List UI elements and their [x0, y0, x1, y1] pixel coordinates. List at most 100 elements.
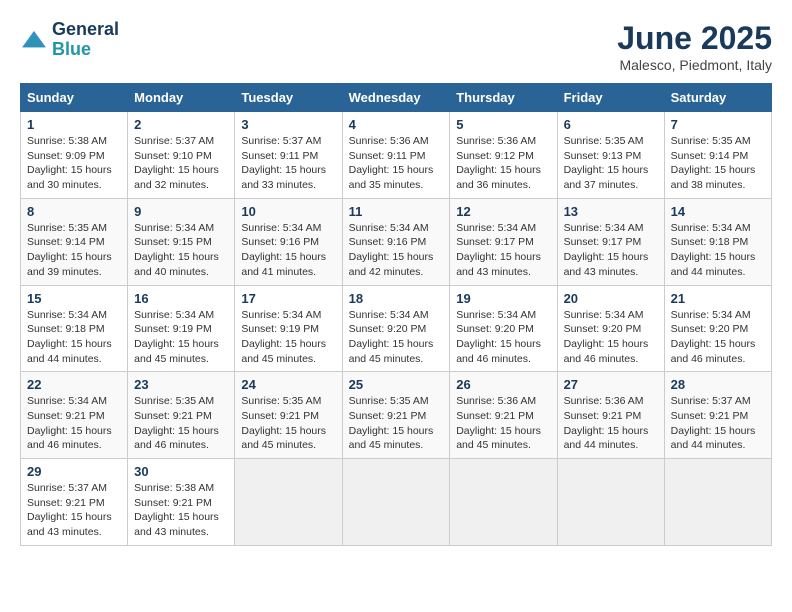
day-info: Sunrise: 5:34 AMSunset: 9:17 PMDaylight:… [456, 222, 541, 278]
day-info: Sunrise: 5:34 AMSunset: 9:16 PMDaylight:… [241, 222, 326, 278]
day-info: Sunrise: 5:34 AMSunset: 9:20 PMDaylight:… [349, 309, 434, 365]
day-info: Sunrise: 5:34 AMSunset: 9:19 PMDaylight:… [241, 309, 326, 365]
day-info: Sunrise: 5:35 AMSunset: 9:14 PMDaylight:… [671, 135, 756, 191]
day-number: 24 [241, 377, 335, 392]
table-row: 20 Sunrise: 5:34 AMSunset: 9:20 PMDaylig… [557, 285, 664, 372]
day-number: 14 [671, 204, 765, 219]
day-info: Sunrise: 5:36 AMSunset: 9:11 PMDaylight:… [349, 135, 434, 191]
table-row: 15 Sunrise: 5:34 AMSunset: 9:18 PMDaylig… [21, 285, 128, 372]
day-number: 20 [564, 291, 658, 306]
page-header: GeneralBlue June 2025 Malesco, Piedmont,… [20, 20, 772, 73]
table-row: 9 Sunrise: 5:34 AMSunset: 9:15 PMDayligh… [128, 198, 235, 285]
table-row: 2 Sunrise: 5:37 AMSunset: 9:10 PMDayligh… [128, 112, 235, 199]
day-number: 7 [671, 117, 765, 132]
table-row: 12 Sunrise: 5:34 AMSunset: 9:17 PMDaylig… [450, 198, 557, 285]
day-number: 27 [564, 377, 658, 392]
title-block: June 2025 Malesco, Piedmont, Italy [617, 20, 772, 73]
day-number: 30 [134, 464, 228, 479]
table-row: 18 Sunrise: 5:34 AMSunset: 9:20 PMDaylig… [342, 285, 450, 372]
day-info: Sunrise: 5:38 AMSunset: 9:09 PMDaylight:… [27, 135, 112, 191]
table-row: 28 Sunrise: 5:37 AMSunset: 9:21 PMDaylig… [664, 372, 771, 459]
day-number: 29 [27, 464, 121, 479]
table-row: 30 Sunrise: 5:38 AMSunset: 9:21 PMDaylig… [128, 459, 235, 546]
header-saturday: Saturday [664, 84, 771, 112]
day-number: 19 [456, 291, 550, 306]
day-info: Sunrise: 5:34 AMSunset: 9:19 PMDaylight:… [134, 309, 219, 365]
day-info: Sunrise: 5:35 AMSunset: 9:13 PMDaylight:… [564, 135, 649, 191]
table-row: 5 Sunrise: 5:36 AMSunset: 9:12 PMDayligh… [450, 112, 557, 199]
day-info: Sunrise: 5:38 AMSunset: 9:21 PMDaylight:… [134, 482, 219, 538]
day-info: Sunrise: 5:35 AMSunset: 9:21 PMDaylight:… [349, 395, 434, 451]
day-info: Sunrise: 5:36 AMSunset: 9:12 PMDaylight:… [456, 135, 541, 191]
table-row: 16 Sunrise: 5:34 AMSunset: 9:19 PMDaylig… [128, 285, 235, 372]
day-info: Sunrise: 5:35 AMSunset: 9:21 PMDaylight:… [241, 395, 326, 451]
header-sunday: Sunday [21, 84, 128, 112]
table-row: 13 Sunrise: 5:34 AMSunset: 9:17 PMDaylig… [557, 198, 664, 285]
day-number: 17 [241, 291, 335, 306]
day-number: 1 [27, 117, 121, 132]
day-info: Sunrise: 5:34 AMSunset: 9:15 PMDaylight:… [134, 222, 219, 278]
day-number: 12 [456, 204, 550, 219]
day-number: 26 [456, 377, 550, 392]
day-info: Sunrise: 5:35 AMSunset: 9:14 PMDaylight:… [27, 222, 112, 278]
day-number: 8 [27, 204, 121, 219]
day-number: 9 [134, 204, 228, 219]
day-info: Sunrise: 5:34 AMSunset: 9:21 PMDaylight:… [27, 395, 112, 451]
day-number: 5 [456, 117, 550, 132]
table-row: 17 Sunrise: 5:34 AMSunset: 9:19 PMDaylig… [235, 285, 342, 372]
header-thursday: Thursday [450, 84, 557, 112]
day-info: Sunrise: 5:36 AMSunset: 9:21 PMDaylight:… [456, 395, 541, 451]
logo: GeneralBlue [20, 20, 119, 60]
table-row: 22 Sunrise: 5:34 AMSunset: 9:21 PMDaylig… [21, 372, 128, 459]
table-row: 4 Sunrise: 5:36 AMSunset: 9:11 PMDayligh… [342, 112, 450, 199]
day-number: 18 [349, 291, 444, 306]
day-number: 23 [134, 377, 228, 392]
table-row: 21 Sunrise: 5:34 AMSunset: 9:20 PMDaylig… [664, 285, 771, 372]
table-row: 10 Sunrise: 5:34 AMSunset: 9:16 PMDaylig… [235, 198, 342, 285]
day-number: 6 [564, 117, 658, 132]
day-number: 4 [349, 117, 444, 132]
table-row: 26 Sunrise: 5:36 AMSunset: 9:21 PMDaylig… [450, 372, 557, 459]
table-row: 1 Sunrise: 5:38 AMSunset: 9:09 PMDayligh… [21, 112, 128, 199]
header-wednesday: Wednesday [342, 84, 450, 112]
day-number: 15 [27, 291, 121, 306]
day-number: 3 [241, 117, 335, 132]
table-row [557, 459, 664, 546]
header-monday: Monday [128, 84, 235, 112]
day-info: Sunrise: 5:37 AMSunset: 9:11 PMDaylight:… [241, 135, 326, 191]
day-number: 22 [27, 377, 121, 392]
header-friday: Friday [557, 84, 664, 112]
table-row: 29 Sunrise: 5:37 AMSunset: 9:21 PMDaylig… [21, 459, 128, 546]
day-info: Sunrise: 5:34 AMSunset: 9:17 PMDaylight:… [564, 222, 649, 278]
day-number: 16 [134, 291, 228, 306]
day-number: 10 [241, 204, 335, 219]
logo-text: GeneralBlue [52, 20, 119, 60]
day-info: Sunrise: 5:37 AMSunset: 9:21 PMDaylight:… [27, 482, 112, 538]
day-info: Sunrise: 5:37 AMSunset: 9:10 PMDaylight:… [134, 135, 219, 191]
day-number: 25 [349, 377, 444, 392]
table-row: 11 Sunrise: 5:34 AMSunset: 9:16 PMDaylig… [342, 198, 450, 285]
table-row [235, 459, 342, 546]
table-row: 3 Sunrise: 5:37 AMSunset: 9:11 PMDayligh… [235, 112, 342, 199]
day-number: 13 [564, 204, 658, 219]
table-row: 7 Sunrise: 5:35 AMSunset: 9:14 PMDayligh… [664, 112, 771, 199]
day-info: Sunrise: 5:34 AMSunset: 9:20 PMDaylight:… [456, 309, 541, 365]
day-info: Sunrise: 5:34 AMSunset: 9:18 PMDaylight:… [671, 222, 756, 278]
header-tuesday: Tuesday [235, 84, 342, 112]
day-info: Sunrise: 5:36 AMSunset: 9:21 PMDaylight:… [564, 395, 649, 451]
table-row [342, 459, 450, 546]
day-info: Sunrise: 5:34 AMSunset: 9:16 PMDaylight:… [349, 222, 434, 278]
calendar-table: Sunday Monday Tuesday Wednesday Thursday… [20, 83, 772, 546]
table-row: 24 Sunrise: 5:35 AMSunset: 9:21 PMDaylig… [235, 372, 342, 459]
table-row: 19 Sunrise: 5:34 AMSunset: 9:20 PMDaylig… [450, 285, 557, 372]
day-info: Sunrise: 5:37 AMSunset: 9:21 PMDaylight:… [671, 395, 756, 451]
calendar-header: Sunday Monday Tuesday Wednesday Thursday… [21, 84, 772, 112]
table-row: 8 Sunrise: 5:35 AMSunset: 9:14 PMDayligh… [21, 198, 128, 285]
table-row: 27 Sunrise: 5:36 AMSunset: 9:21 PMDaylig… [557, 372, 664, 459]
table-row: 14 Sunrise: 5:34 AMSunset: 9:18 PMDaylig… [664, 198, 771, 285]
table-row: 23 Sunrise: 5:35 AMSunset: 9:21 PMDaylig… [128, 372, 235, 459]
day-info: Sunrise: 5:35 AMSunset: 9:21 PMDaylight:… [134, 395, 219, 451]
month-title: June 2025 [617, 20, 772, 57]
table-row [450, 459, 557, 546]
day-info: Sunrise: 5:34 AMSunset: 9:18 PMDaylight:… [27, 309, 112, 365]
